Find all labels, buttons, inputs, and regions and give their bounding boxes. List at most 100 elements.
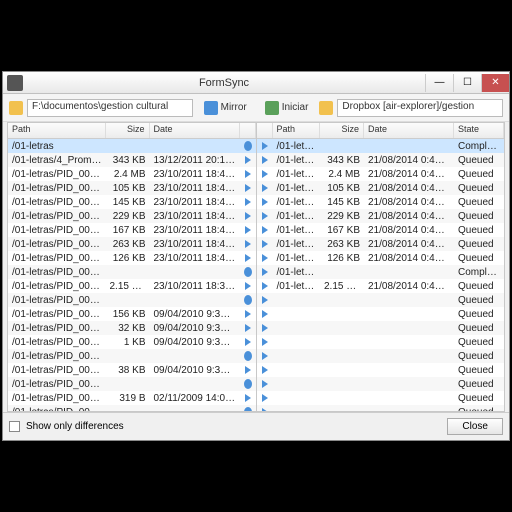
table-row[interactable]: Queued xyxy=(257,391,505,405)
folder-icon[interactable] xyxy=(319,101,333,115)
cell-path: /01-letras/PID_00152132 xyxy=(8,267,106,278)
left-path-input[interactable]: F:\documentos\gestion cultural xyxy=(27,99,193,117)
table-row[interactable]: /01-letras/PID_00152132/UOCMViewer/... xyxy=(8,377,256,391)
cell-size: 263 KB xyxy=(320,239,364,250)
mirror-icon xyxy=(204,101,218,115)
right-header[interactable]: Path Size Date State xyxy=(257,123,505,139)
cell-size: 2.4 MB xyxy=(106,169,150,180)
table-row[interactable]: Queued xyxy=(257,363,505,377)
table-row[interactable]: /01-letras/PID_00152132/UOCMViewer/... xyxy=(8,405,256,411)
table-row[interactable]: /01-letras/PID_00152131-2.pdf145 KB23/10… xyxy=(8,195,256,209)
close-button[interactable]: Close xyxy=(447,418,503,435)
table-row[interactable]: Queued xyxy=(257,377,505,391)
cell-state: Completed xyxy=(454,267,504,278)
table-row[interactable]: /01-letras/PID_00152131-5.pdf263 KB23/10… xyxy=(8,237,256,251)
table-row[interactable]: /01-letras/PID_00152131-3.pdf229 KB21/08… xyxy=(257,209,505,223)
cell-date: 21/08/2014 0:49:15 xyxy=(364,253,454,264)
table-row[interactable]: /01-letras/PID_00152132/cls xyxy=(8,293,256,307)
action-icon xyxy=(240,366,256,374)
cell-state: Queued xyxy=(454,309,504,320)
table-row[interactable]: /01-letras/PID_00152131-1.pdf105 KB21/08… xyxy=(257,181,505,195)
cell-size: 145 KB xyxy=(320,197,364,208)
col-action[interactable] xyxy=(257,123,273,138)
action-icon xyxy=(240,338,256,346)
cell-state: Queued xyxy=(454,365,504,376)
col-state[interactable]: State xyxy=(454,123,504,138)
table-row[interactable]: /01-letras/PID_00152132/Index.html1 KB09… xyxy=(8,335,256,349)
action-icon xyxy=(240,324,256,332)
right-rows[interactable]: /01-letrasCompleted/01-letras/4_Promoció… xyxy=(257,139,505,411)
table-row[interactable]: /01-letras/PID_00152132/UOCMViewer/...38… xyxy=(8,363,256,377)
table-row[interactable]: /01-letras/PID_00152131-5.pdf263 KB21/08… xyxy=(257,237,505,251)
action-icon xyxy=(257,296,273,304)
cell-state: Queued xyxy=(454,183,504,194)
cell-path: /01-letras/PID_00152132/Imsmanifest.xml xyxy=(8,323,106,334)
cell-size: 32 KB xyxy=(106,323,150,334)
window-title: FormSync xyxy=(23,77,425,89)
col-size[interactable]: Size xyxy=(320,123,364,138)
table-row[interactable]: Queued xyxy=(257,307,505,321)
folder-icon[interactable] xyxy=(9,101,23,115)
table-row[interactable]: /01-letras/PID_00152132.zip2.15 MB23/10/… xyxy=(8,279,256,293)
start-button[interactable]: Iniciar xyxy=(258,98,316,118)
col-path[interactable]: Path xyxy=(273,123,321,138)
table-row[interactable]: /01-letras/PID_00152132/Imsmanifest.xml3… xyxy=(8,321,256,335)
cell-date: 21/08/2014 0:49:15 xyxy=(364,155,454,166)
table-row[interactable]: Queued xyxy=(257,335,505,349)
table-row[interactable]: /01-letras/PID_00152132.zip2.15 MB21/08/… xyxy=(257,279,505,293)
show-diff-checkbox[interactable] xyxy=(9,421,20,432)
table-row[interactable]: /01-letras/PID_00152131-1.pdf105 KB23/10… xyxy=(8,181,256,195)
cell-date: 23/10/2011 18:36:41 xyxy=(150,281,240,292)
maximize-button[interactable]: ☐ xyxy=(453,74,481,92)
right-path-input[interactable]: Dropbox [air-explorer]/gestion xyxy=(337,99,503,117)
table-row[interactable]: /01-letras/PID_00152131-2.pdf145 KB21/08… xyxy=(257,195,505,209)
action-icon xyxy=(257,142,273,150)
table-row[interactable]: /01-letras/PID_00152131-4.pdf167 KB21/08… xyxy=(257,223,505,237)
table-row[interactable]: /01-letras/4_Promoción_del_libro_y_la_le… xyxy=(257,153,505,167)
table-row[interactable]: /01-letras/PID_00152132/cls/index.js156 … xyxy=(8,307,256,321)
col-path[interactable]: Path xyxy=(8,123,106,138)
action-icon xyxy=(240,198,256,206)
table-row[interactable]: /01-letras/PID_00152131-6.pdf126 KB21/08… xyxy=(257,251,505,265)
col-date[interactable]: Date xyxy=(150,123,240,138)
action-icon xyxy=(257,226,273,234)
table-row[interactable]: /01-letras/PID_00152131-3.pdf229 KB23/10… xyxy=(8,209,256,223)
col-date[interactable]: Date xyxy=(364,123,454,138)
cell-state: Queued xyxy=(454,351,504,362)
table-row[interactable]: /01-letras xyxy=(8,139,256,153)
table-row[interactable]: /01-letras/PID_00152132/UOCMViewer/...31… xyxy=(8,391,256,405)
table-row[interactable]: Queued xyxy=(257,293,505,307)
cell-path: /01-letras/PID_00152131-2.pdf xyxy=(8,197,106,208)
cell-size: 343 KB xyxy=(106,155,150,166)
cell-path: /01-letras xyxy=(8,141,106,152)
cell-path: /01-letras/PID_00152132/UOCMViewer xyxy=(8,351,106,362)
minimize-button[interactable]: — xyxy=(425,74,453,92)
table-row[interactable]: /01-letrasCompleted xyxy=(257,139,505,153)
mirror-button[interactable]: Mirror xyxy=(197,98,254,118)
left-header[interactable]: Path Size Date xyxy=(8,123,256,139)
cell-state: Queued xyxy=(454,155,504,166)
cell-state: Completed xyxy=(454,141,504,152)
table-row[interactable]: /01-letras/PID_00152132Completed xyxy=(257,265,505,279)
action-icon xyxy=(257,282,273,290)
col-size[interactable]: Size xyxy=(106,123,150,138)
table-row[interactable]: /01-letras/PID_00152132 xyxy=(8,265,256,279)
table-row[interactable]: /01-letras/PID_00152131-0.pdf2.4 MB23/10… xyxy=(8,167,256,181)
cell-size: 105 KB xyxy=(320,183,364,194)
cell-path: /01-letras/PID_00152132/UOCMViewer/... xyxy=(8,393,106,404)
table-row[interactable]: /01-letras/PID_00152132/UOCMViewer xyxy=(8,349,256,363)
titlebar[interactable]: FormSync — ☐ ✕ xyxy=(3,72,509,94)
cell-size: 229 KB xyxy=(320,211,364,222)
table-row[interactable]: /01-letras/PID_00152131-0.pdf2.4 MB21/08… xyxy=(257,167,505,181)
table-row[interactable]: /01-letras/4_Promoción_del_libro_y_la_le… xyxy=(8,153,256,167)
cell-size: 2.4 MB xyxy=(320,169,364,180)
table-row[interactable]: Queued xyxy=(257,321,505,335)
table-row[interactable]: Queued xyxy=(257,349,505,363)
left-rows[interactable]: /01-letras/01-letras/4_Promoción_del_lib… xyxy=(8,139,256,411)
close-window-button[interactable]: ✕ xyxy=(481,74,509,92)
cell-date: 23/10/2011 18:41:32 xyxy=(150,183,240,194)
table-row[interactable]: /01-letras/PID_00152131-6.pdf126 KB23/10… xyxy=(8,251,256,265)
col-action[interactable] xyxy=(240,123,256,138)
table-row[interactable]: /01-letras/PID_00152131-4.pdf167 KB23/10… xyxy=(8,223,256,237)
table-row[interactable]: Queued xyxy=(257,405,505,411)
